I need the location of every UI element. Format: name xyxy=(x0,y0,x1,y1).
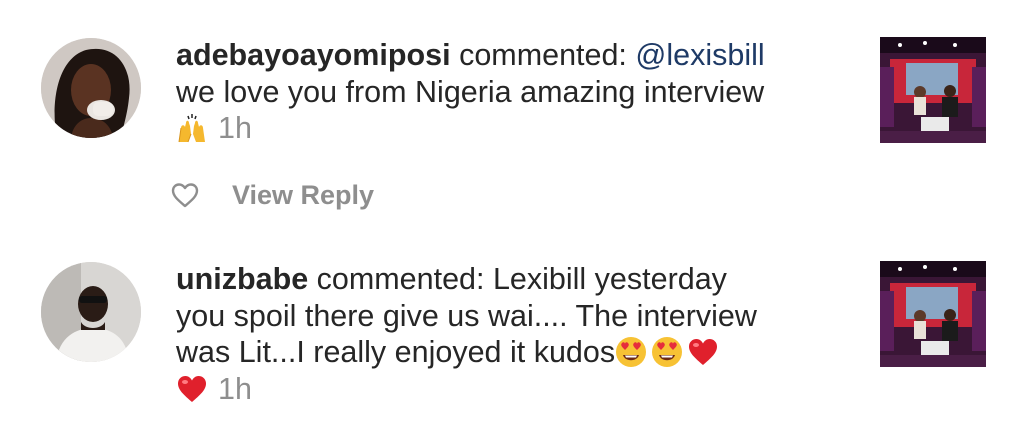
post-thumbnail-image xyxy=(880,261,986,367)
comment-body-line-3: was Lit...I really enjoyed it kudos xyxy=(176,335,616,369)
heart-outline-icon[interactable] xyxy=(170,181,200,209)
mention-link[interactable]: @lexisbill xyxy=(635,38,764,72)
view-reply-button[interactable]: View Reply xyxy=(232,180,374,211)
heart-eyes-emoji xyxy=(651,336,683,368)
comment-text: adebayoayomiposi commented: @lexisbill w… xyxy=(176,37,852,147)
post-thumbnail[interactable] xyxy=(880,261,986,367)
comment-actions: View Reply xyxy=(170,175,374,215)
comment-text: unizbabe commented: Lexibill yesterday y… xyxy=(176,261,852,407)
username[interactable]: unizbabe xyxy=(176,262,308,296)
post-thumbnail-image xyxy=(880,37,986,143)
comment-body-line-2: you spoil there give us wai.... The inte… xyxy=(176,298,757,333)
red-heart-emoji xyxy=(176,373,208,405)
notification-item[interactable]: adebayoayomiposi commented: @lexisbill w… xyxy=(0,0,1024,235)
comment-verb: commented: xyxy=(459,38,627,72)
username[interactable]: adebayoayomiposi xyxy=(176,38,451,72)
timestamp: 1h xyxy=(218,111,252,145)
avatar-image xyxy=(41,262,141,362)
comment-body: we love you from Nigeria amazing intervi… xyxy=(176,74,765,109)
timestamp: 1h xyxy=(218,371,252,406)
avatar-image xyxy=(41,38,141,138)
comment-body-line-1: Lexibill yesterday xyxy=(492,262,727,296)
red-heart-emoji xyxy=(687,336,719,368)
avatar[interactable] xyxy=(41,262,141,362)
notification-item[interactable]: unizbabe commented: Lexibill yesterday y… xyxy=(0,235,1024,429)
raising-hands-emoji xyxy=(176,112,208,144)
comment-verb: commented: xyxy=(316,262,485,296)
post-thumbnail[interactable] xyxy=(880,37,986,143)
avatar[interactable] xyxy=(41,38,141,138)
heart-eyes-emoji xyxy=(615,336,647,368)
